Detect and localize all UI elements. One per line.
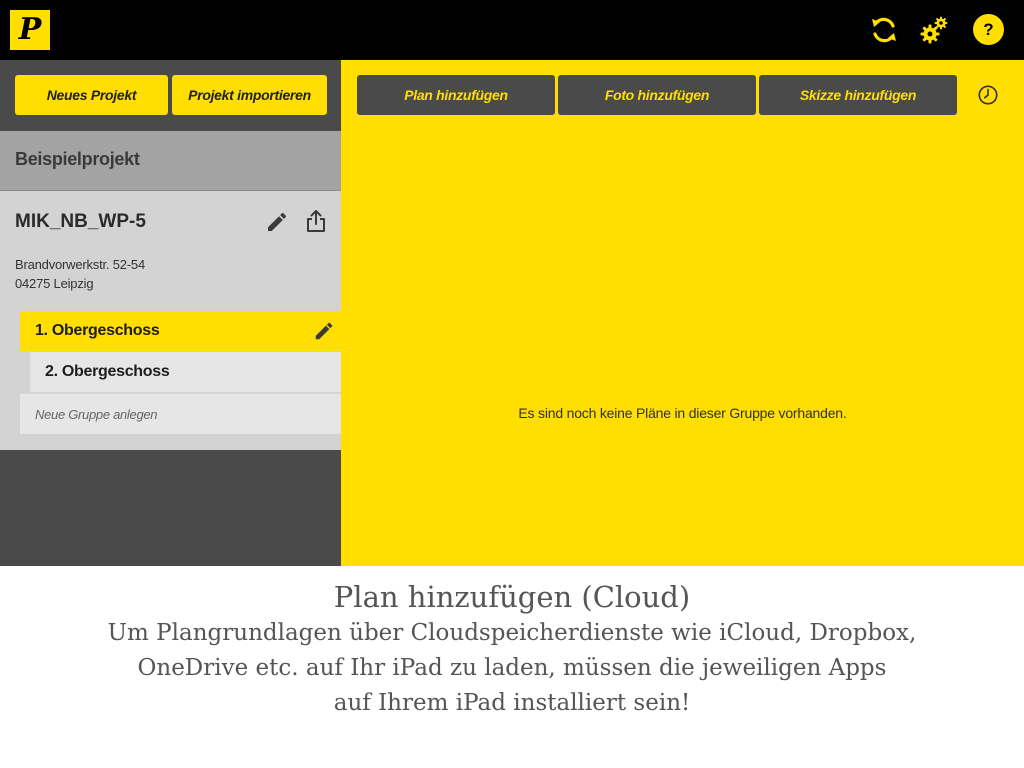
group-item-1-obergeschoss[interactable]: 1. Obergeschoss bbox=[20, 311, 341, 351]
import-project-button[interactable]: Projekt importieren bbox=[172, 75, 327, 115]
project-address-city: 04275 Leipzig bbox=[15, 276, 94, 291]
caption-line-1: Um Plangrundlagen über Cloudspeicherdien… bbox=[107, 620, 917, 646]
caption-line-2: OneDrive etc. auf Ihr iPad zu laden, müs… bbox=[137, 655, 887, 681]
top-bar: P ? bbox=[0, 0, 1024, 60]
sidebar: Neues Projekt Projekt importieren Beispi… bbox=[0, 60, 341, 566]
caption-title: Plan hinzufügen (Cloud) bbox=[333, 580, 691, 614]
new-project-button[interactable]: Neues Projekt bbox=[15, 75, 168, 115]
history-clock-icon[interactable] bbox=[977, 84, 999, 106]
share-icon[interactable] bbox=[304, 209, 328, 233]
new-group-label: Neue Gruppe anlegen bbox=[35, 406, 158, 422]
sidebar-toolbar: Neues Projekt Projekt importieren bbox=[0, 60, 341, 131]
caption-panel: Plan hinzufügen (Cloud) Um Plangrundlage… bbox=[0, 566, 1024, 768]
help-button[interactable]: ? bbox=[973, 14, 1004, 45]
project-group-header[interactable]: Beispielprojekt bbox=[0, 131, 341, 191]
settings-gears-icon[interactable] bbox=[918, 14, 950, 46]
empty-plans-message: Es sind noch keine Pläne in dieser Grupp… bbox=[518, 405, 847, 421]
caption-line-3: auf Ihrem iPad installiert sein! bbox=[333, 690, 691, 716]
sync-icon[interactable] bbox=[868, 14, 900, 46]
group-item-label: 1. Obergeschoss bbox=[35, 322, 160, 339]
logo-letter: P bbox=[18, 12, 42, 47]
add-photo-button[interactable]: Foto hinzufügen bbox=[558, 75, 756, 115]
app-logo: P bbox=[10, 10, 50, 50]
add-sketch-button[interactable]: Skizze hinzufügen bbox=[759, 75, 957, 115]
edit-group-icon[interactable] bbox=[313, 320, 335, 342]
help-icon: ? bbox=[983, 19, 994, 39]
project-group-title: Beispielprojekt bbox=[15, 149, 140, 169]
main-content: Plan hinzufügen Foto hinzufügen Skizze h… bbox=[341, 60, 1024, 566]
new-group-button[interactable]: Neue Gruppe anlegen bbox=[20, 394, 341, 434]
project-name: MIK_NB_WP-5 bbox=[15, 211, 146, 232]
group-item-2-obergeschoss[interactable]: 2. Obergeschoss bbox=[30, 352, 341, 392]
project-card[interactable]: MIK_NB_WP-5 Brandvorwerkstr. 52-54 04275… bbox=[0, 191, 341, 450]
edit-project-icon[interactable] bbox=[265, 210, 289, 234]
group-item-label: 2. Obergeschoss bbox=[45, 363, 170, 380]
project-address-street: Brandvorwerkstr. 52-54 bbox=[15, 257, 145, 272]
add-plan-button[interactable]: Plan hinzufügen bbox=[357, 75, 555, 115]
